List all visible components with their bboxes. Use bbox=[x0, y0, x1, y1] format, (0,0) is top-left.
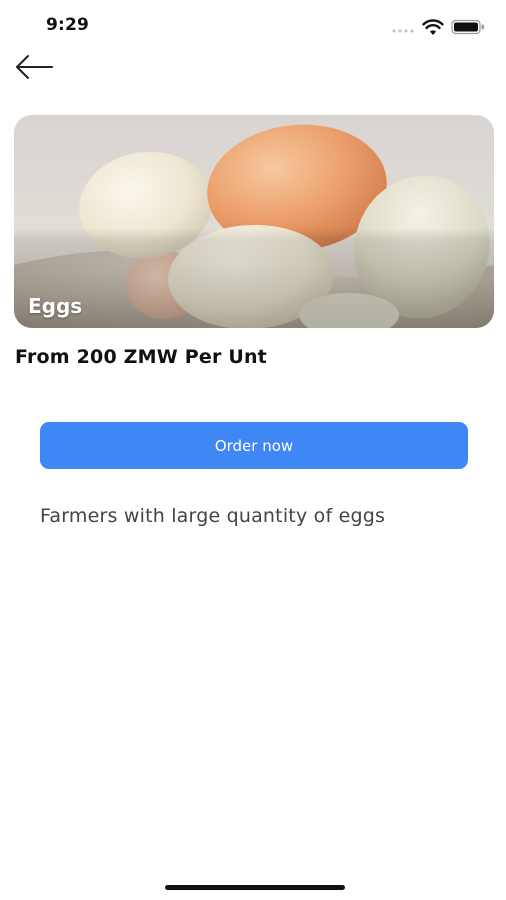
product-image-card[interactable]: Eggs bbox=[14, 115, 494, 328]
wifi-icon bbox=[422, 19, 444, 35]
status-bar: 9:29 bbox=[0, 0, 506, 50]
back-button[interactable] bbox=[12, 50, 56, 84]
status-time: 9:29 bbox=[46, 15, 90, 35]
price-text: From 200 ZMW Per Unt bbox=[15, 346, 267, 368]
signal-dots-icon bbox=[392, 29, 414, 33]
order-now-button[interactable]: Order now bbox=[40, 422, 468, 469]
battery-icon bbox=[451, 19, 484, 35]
arrow-left-icon bbox=[16, 55, 53, 79]
image-shade bbox=[14, 228, 494, 328]
product-description: Farmers with large quantity of eggs bbox=[40, 505, 386, 527]
product-title: Eggs bbox=[28, 294, 83, 318]
home-indicator[interactable] bbox=[165, 885, 345, 890]
